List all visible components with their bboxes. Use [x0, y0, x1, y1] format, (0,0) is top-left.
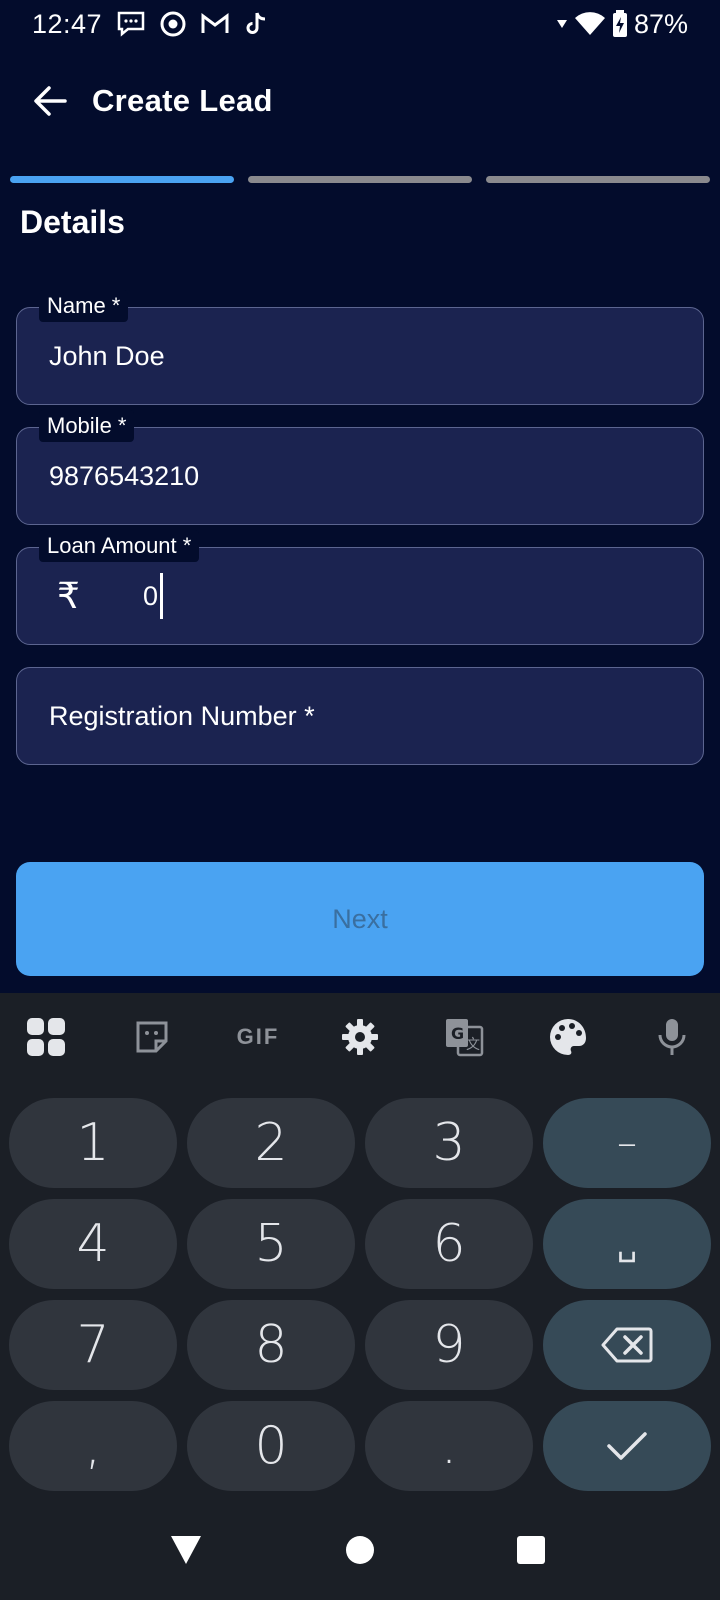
key-5[interactable]: 5 [187, 1199, 355, 1289]
gmail-icon [200, 12, 230, 36]
system-icons: 87% [556, 9, 688, 40]
key-9[interactable]: 9 [365, 1300, 533, 1390]
key-space[interactable]: ␣ [543, 1199, 711, 1289]
battery-percent: 87% [633, 8, 688, 39]
name-field[interactable]: Name * John Doe [16, 290, 704, 405]
sticker-icon[interactable] [130, 1015, 174, 1059]
step-3 [486, 176, 710, 183]
key-3[interactable]: 3 [365, 1098, 533, 1188]
apps-icon[interactable] [24, 1015, 68, 1059]
circle-home-icon [346, 1536, 374, 1564]
mobile-input[interactable]: 9876543210 [49, 428, 683, 524]
translate-icon[interactable]: G文 [442, 1015, 486, 1059]
rupee-icon: ₹ [57, 575, 80, 616]
svg-text:文: 文 [466, 1037, 480, 1053]
step-2 [248, 176, 472, 183]
status-time: 12:47 [32, 8, 103, 39]
mobile-field[interactable]: Mobile * 9876543210 [16, 410, 704, 525]
palette-icon[interactable] [546, 1015, 590, 1059]
chrome-icon [160, 11, 186, 37]
mic-icon[interactable] [650, 1015, 694, 1059]
registration-number-field[interactable]: Registration Number * [16, 667, 704, 765]
back-button[interactable] [30, 81, 70, 121]
key-7[interactable]: 7 [9, 1300, 177, 1390]
keyboard-toolbar: GIF G文 [0, 993, 720, 1077]
registration-number-input[interactable]: Registration Number * [49, 668, 683, 764]
key-2[interactable]: 2 [187, 1098, 355, 1188]
gif-icon[interactable]: GIF [230, 1015, 286, 1059]
key-1[interactable]: 1 [9, 1098, 177, 1188]
nav-back-button[interactable] [166, 1530, 206, 1570]
key-0[interactable]: 0 [187, 1401, 355, 1491]
tiktok-icon [244, 11, 268, 37]
loan-amount-value: 0 [143, 580, 159, 611]
progress-stepper [10, 176, 710, 183]
status-bar: 12:47 87% [0, 0, 720, 48]
key-8[interactable]: 8 [187, 1300, 355, 1390]
battery-charging-icon [612, 10, 628, 38]
checkmark-icon [607, 1432, 647, 1460]
loan-amount-field[interactable]: Loan Amount * ₹ 0 [16, 530, 704, 645]
notification-icons [116, 10, 268, 38]
next-button[interactable]: Next [16, 862, 704, 976]
svg-text:G: G [451, 1024, 464, 1043]
step-1 [10, 176, 234, 183]
section-title: Details [20, 204, 125, 240]
app-bar: Create Lead [0, 60, 720, 142]
nav-recents-button[interactable] [511, 1530, 551, 1570]
nav-home-button[interactable] [340, 1530, 380, 1570]
wifi-icon [574, 11, 606, 37]
chat-icon [116, 10, 146, 38]
gif-label: GIF [236, 1024, 280, 1049]
name-input[interactable]: John Doe [49, 308, 683, 404]
signal-icon [556, 18, 568, 30]
key-comma[interactable]: , [9, 1401, 177, 1491]
key-4[interactable]: 4 [9, 1199, 177, 1289]
page-title: Create Lead [92, 83, 273, 118]
backspace-key[interactable] [543, 1300, 711, 1390]
text-cursor [160, 573, 164, 619]
settings-icon[interactable] [338, 1015, 382, 1059]
loan-amount-input[interactable]: 0 [143, 548, 164, 644]
system-nav-bar [0, 1500, 720, 1600]
key-period[interactable]: . [365, 1401, 533, 1491]
backspace-icon [601, 1327, 653, 1363]
key-minus[interactable]: – [543, 1098, 711, 1188]
arrow-left-icon [34, 86, 67, 116]
done-key[interactable] [543, 1401, 711, 1491]
key-6[interactable]: 6 [365, 1199, 533, 1289]
square-recents-icon [517, 1536, 545, 1564]
triangle-back-icon [171, 1536, 201, 1564]
